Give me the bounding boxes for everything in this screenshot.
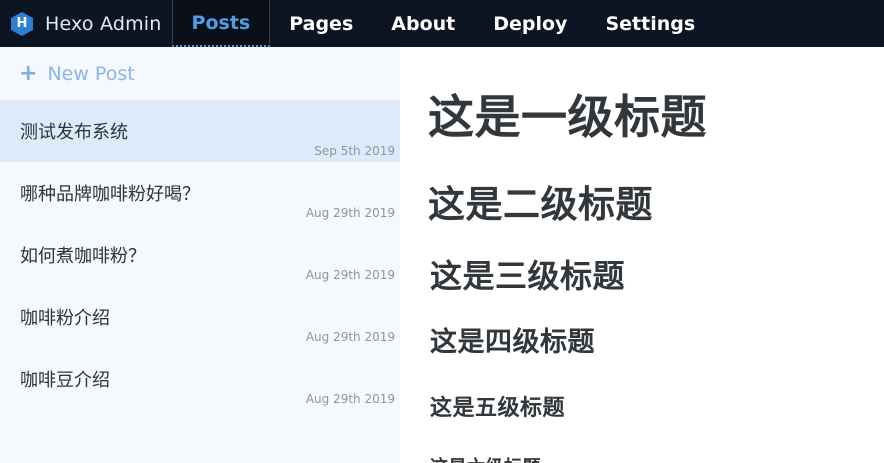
tab-about[interactable]: About	[372, 0, 474, 47]
preview-heading-6: 这是六级标题	[430, 453, 541, 463]
new-post-button[interactable]: + New Post	[0, 47, 400, 100]
preview-heading-3: 这是三级标题	[430, 257, 626, 295]
post-title: 测试发布系统	[20, 122, 128, 143]
preview-heading-5: 这是五级标题	[430, 396, 566, 421]
post-date: Sep 5th 2019	[314, 144, 395, 158]
post-title: 哪种品牌咖啡粉好喝？	[20, 184, 200, 205]
post-list-sidebar: + New Post 测试发布系统 Sep 5th 2019 哪种品牌咖啡粉好喝…	[0, 47, 400, 463]
new-post-label: New Post	[47, 62, 135, 85]
post-title: 咖啡豆介绍	[20, 370, 110, 391]
post-list-item[interactable]: 哪种品牌咖啡粉好喝？ Aug 29th 2019	[0, 162, 400, 224]
post-date: Aug 29th 2019	[305, 268, 395, 282]
tab-settings[interactable]: Settings	[586, 0, 714, 47]
post-date: Aug 29th 2019	[305, 392, 395, 406]
post-preview: 这是一级标题 这是二级标题 这是三级标题 这是四级标题 这是五级标题 这是六级标…	[400, 47, 884, 463]
post-title: 咖啡粉介绍	[20, 308, 110, 329]
post-title: 如何煮咖啡粉？	[20, 246, 146, 267]
tab-pages[interactable]: Pages	[270, 0, 372, 47]
post-date: Aug 29th 2019	[305, 206, 395, 220]
post-date: Aug 29th 2019	[305, 330, 395, 344]
tab-posts[interactable]: Posts	[171, 0, 271, 47]
top-navbar: H Hexo Admin Posts Pages About Deploy Se…	[0, 0, 884, 47]
tab-deploy[interactable]: Deploy	[474, 0, 586, 47]
post-list-item[interactable]: 如何煮咖啡粉？ Aug 29th 2019	[0, 224, 400, 286]
post-list-item[interactable]: 测试发布系统 Sep 5th 2019	[0, 100, 400, 162]
preview-heading-2: 这是二级标题	[428, 183, 653, 226]
logo-letter: H	[16, 16, 28, 31]
post-list-item[interactable]: 咖啡粉介绍 Aug 29th 2019	[0, 286, 400, 348]
brand-name: Hexo Admin	[45, 12, 162, 35]
preview-heading-4: 这是四级标题	[430, 327, 595, 358]
post-list-item[interactable]: 咖啡豆介绍 Aug 29th 2019	[0, 348, 400, 410]
preview-heading-1: 这是一级标题	[428, 90, 707, 144]
plus-icon: +	[19, 61, 38, 86]
hexo-logo-icon: H	[11, 11, 33, 36]
brand[interactable]: H Hexo Admin	[0, 0, 172, 47]
